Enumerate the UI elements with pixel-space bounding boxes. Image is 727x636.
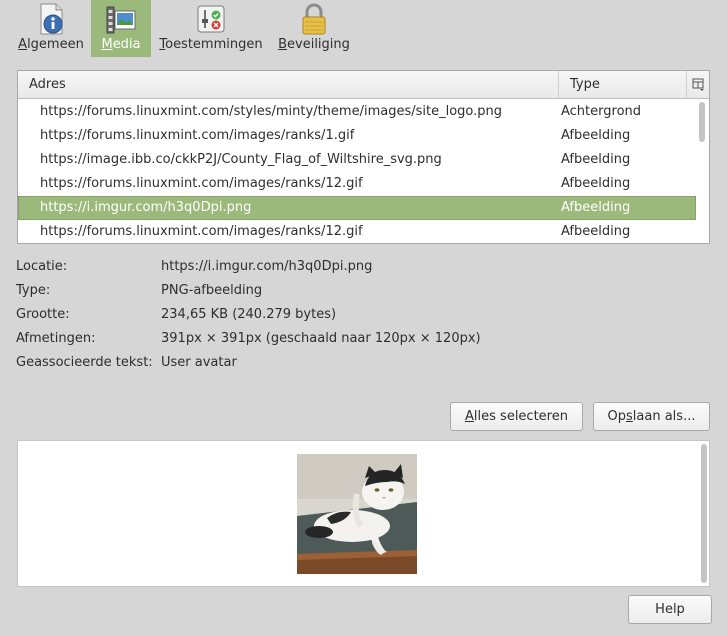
list-row-selected[interactable]: https://i.imgur.com/h3q0Dpi.png Afbeeldi… xyxy=(18,196,696,220)
lock-icon xyxy=(302,3,326,35)
tab-toestemmingen-label: Toestemmingen xyxy=(159,37,263,52)
save-as-button[interactable]: Opslaan als... xyxy=(593,402,710,431)
row-type: Afbeelding xyxy=(561,128,631,143)
row-adres: https://forums.linuxmint.com/images/rank… xyxy=(40,128,355,143)
toolbar: Algemeen Media Toestemmingen Beveiliging xyxy=(0,0,727,57)
help-button[interactable]: Help xyxy=(628,595,712,624)
prop-tekst-label: Geassocieerde tekst: xyxy=(16,355,153,370)
prop-grootte-label: Grootte: xyxy=(16,307,70,322)
column-header-adres[interactable]: Adres xyxy=(18,71,559,98)
permissions-icon xyxy=(197,5,225,33)
column-picker-button[interactable] xyxy=(687,71,709,98)
row-adres: https://i.imgur.com/h3q0Dpi.png xyxy=(40,200,252,215)
prop-type-label: Type: xyxy=(16,283,51,298)
prop-locatie-value: https://i.imgur.com/h3q0Dpi.png xyxy=(161,259,373,274)
prop-type-value: PNG-afbeelding xyxy=(161,283,263,298)
prop-afmetingen-label: Afmetingen: xyxy=(16,331,96,346)
prop-grootte-value: 234,65 KB (240.279 bytes) xyxy=(161,307,337,322)
list-row[interactable]: https://image.ibb.co/ckkP2J/County_Flag_… xyxy=(18,148,696,172)
prop-type: Type: PNG-afbeelding xyxy=(16,281,706,305)
tab-media[interactable]: Media xyxy=(91,0,151,57)
list-header: Adres Type xyxy=(18,71,709,99)
row-adres: https://image.ibb.co/ckkP2J/County_Flag_… xyxy=(40,152,442,167)
tab-toestemmingen[interactable]: Toestemmingen xyxy=(155,0,267,57)
prop-locatie-label: Locatie: xyxy=(16,259,68,274)
row-type: Afbeelding xyxy=(561,176,631,191)
row-type: Afbeelding xyxy=(561,200,631,215)
row-type: Afbeelding xyxy=(561,152,631,167)
column-picker-icon xyxy=(692,78,704,91)
media-preview xyxy=(17,440,710,587)
list-row[interactable]: https://forums.linuxmint.com/images/rank… xyxy=(18,220,696,243)
prop-tekst-value: User avatar xyxy=(161,355,237,370)
list-row[interactable]: https://forums.linuxmint.com/images/rank… xyxy=(18,124,696,148)
prop-tekst: Geassocieerde tekst: User avatar xyxy=(16,353,706,377)
list-row[interactable]: https://forums.linuxmint.com/images/rank… xyxy=(18,172,696,196)
select-all-button[interactable]: Alles selecteren xyxy=(450,402,583,431)
row-type: Achtergrond xyxy=(561,104,642,119)
preview-scrollbar[interactable] xyxy=(701,444,707,583)
prop-locatie: Locatie: https://i.imgur.com/h3q0Dpi.png xyxy=(16,257,706,281)
tab-algemeen-label: Algemeen xyxy=(18,37,84,52)
tab-algemeen[interactable]: Algemeen xyxy=(13,0,89,57)
list-row[interactable]: https://forums.linuxmint.com/styles/mint… xyxy=(18,100,696,124)
row-adres: https://forums.linuxmint.com/images/rank… xyxy=(40,176,363,191)
tab-beveiliging[interactable]: Beveiliging xyxy=(276,0,352,57)
media-list[interactable]: Adres Type https://forums.linuxmint.com/… xyxy=(17,70,710,244)
column-header-type[interactable]: Type xyxy=(559,71,687,98)
row-type: Afbeelding xyxy=(561,224,631,239)
media-icon xyxy=(106,6,136,34)
cat-image xyxy=(297,454,417,574)
row-adres: https://forums.linuxmint.com/images/rank… xyxy=(40,224,363,239)
tab-beveiliging-label: Beveiliging xyxy=(278,37,350,52)
info-icon xyxy=(40,3,63,35)
list-scrollbar[interactable] xyxy=(699,102,705,142)
prop-afmetingen: Afmetingen: 391px × 391px (geschaald naa… xyxy=(16,329,706,353)
media-properties: Locatie: https://i.imgur.com/h3q0Dpi.png… xyxy=(16,257,706,377)
row-adres: https://forums.linuxmint.com/styles/mint… xyxy=(40,104,502,119)
prop-afmetingen-value: 391px × 391px (geschaald naar 120px × 12… xyxy=(161,331,481,346)
tab-media-label: Media xyxy=(101,37,141,52)
list-body: https://forums.linuxmint.com/styles/mint… xyxy=(18,100,696,243)
prop-grootte: Grootte: 234,65 KB (240.279 bytes) xyxy=(16,305,706,329)
